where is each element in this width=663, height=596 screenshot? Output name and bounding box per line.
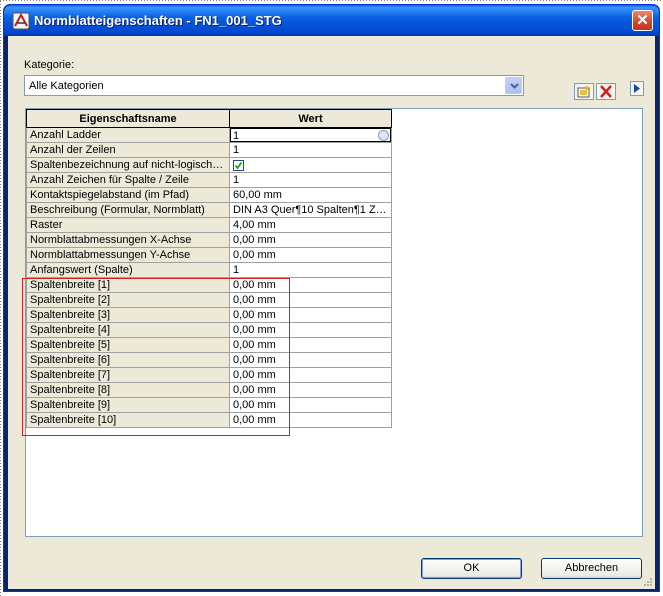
table-row[interactable]: Raster 4,00 mm	[26, 217, 392, 233]
property-name: Spaltenbreite [6]	[26, 352, 230, 368]
dropdown-arrow-button[interactable]	[505, 77, 522, 94]
cancel-button[interactable]: Abbrechen	[541, 558, 642, 579]
table-row[interactable]: Spaltenbreite [2] 0,00 mm	[26, 292, 392, 308]
window-title: Normblatteigenschaften - FN1_001_STG	[34, 13, 282, 28]
property-name: Raster	[26, 217, 230, 233]
property-name: Spaltenbreite [7]	[26, 367, 230, 383]
close-button[interactable]: ✕	[632, 10, 653, 31]
title-bar[interactable]: Normblatteigenschaften - FN1_001_STG ✕	[4, 5, 659, 36]
number-spin-field[interactable]: 1	[230, 128, 391, 142]
ok-button[interactable]: OK	[421, 558, 522, 579]
property-name: Kontaktspiegelabstand (im Pfad)	[26, 187, 230, 203]
property-value[interactable]: 1	[229, 172, 392, 188]
property-name: Anfangswert (Spalte)	[26, 262, 230, 278]
table-row[interactable]: Normblattabmessungen X-Achse 0,00 mm	[26, 232, 392, 248]
resize-grip-icon[interactable]	[642, 576, 653, 587]
property-name: Anzahl Ladder	[26, 127, 230, 143]
table-row[interactable]: Spaltenbreite [5] 0,00 mm	[26, 337, 392, 353]
table-row[interactable]: Kontaktspiegelabstand (im Pfad) 60,00 mm	[26, 187, 392, 203]
property-value-editor[interactable]: 1	[229, 127, 392, 143]
table-row[interactable]: Anzahl Zeichen für Spalte / Zeile 1	[26, 172, 392, 188]
table-row[interactable]: Anfangswert (Spalte) 1	[26, 262, 392, 278]
table-row[interactable]: Anzahl der Zeilen 1	[26, 142, 392, 158]
property-value[interactable]: DIN A3 Quer¶10 Spalten¶1 Zeile	[229, 202, 392, 218]
spin-field-value: 1	[233, 130, 240, 142]
category-label: Kategorie:	[24, 59, 75, 71]
table-header-row: Eigenschaftsname Wert	[26, 109, 392, 128]
property-table: Eigenschaftsname Wert Anzahl Ladder 1 An…	[26, 109, 392, 428]
property-value[interactable]: 0,00 mm	[229, 322, 392, 338]
property-name: Spaltenbreite [8]	[26, 382, 230, 398]
play-arrow-icon	[634, 84, 640, 93]
property-value[interactable]: 1	[229, 142, 392, 158]
property-name: Spaltenbreite [9]	[26, 397, 230, 413]
property-name: Spaltenbezeichnung auf nicht-logische Da…	[26, 157, 230, 173]
property-name: Anzahl Zeichen für Spalte / Zeile	[26, 172, 230, 188]
property-value[interactable]: 0,00 mm	[229, 352, 392, 368]
table-row[interactable]: Spaltenbezeichnung auf nicht-logische Da…	[26, 157, 392, 173]
table-row[interactable]: Spaltenbreite [6] 0,00 mm	[26, 352, 392, 368]
property-value[interactable]: 60,00 mm	[229, 187, 392, 203]
table-row[interactable]: Beschreibung (Formular, Normblatt) DIN A…	[26, 202, 392, 218]
property-value[interactable]: 0,00 mm	[229, 247, 392, 263]
category-selected-value: Alle Kategorien	[29, 80, 104, 92]
property-value[interactable]: 0,00 mm	[229, 277, 392, 293]
property-value[interactable]: 0,00 mm	[229, 292, 392, 308]
property-name: Anzahl der Zeilen	[26, 142, 230, 158]
table-row[interactable]: Spaltenbreite [4] 0,00 mm	[26, 322, 392, 338]
chevron-down-icon	[510, 83, 519, 89]
property-name: Spaltenbreite [5]	[26, 337, 230, 353]
spin-updown-icon[interactable]	[378, 130, 389, 141]
table-row[interactable]: Normblattabmessungen Y-Achse 0,00 mm	[26, 247, 392, 263]
property-value[interactable]: 0,00 mm	[229, 307, 392, 323]
expand-panel-button[interactable]	[630, 81, 644, 96]
table-row[interactable]: Spaltenbreite [10] 0,00 mm	[26, 412, 392, 428]
table-row[interactable]: Spaltenbreite [9] 0,00 mm	[26, 397, 392, 413]
new-item-icon	[577, 85, 590, 98]
property-name: Spaltenbreite [2]	[26, 292, 230, 308]
property-value[interactable]: 0,00 mm	[229, 412, 392, 428]
property-grid-panel: Eigenschaftsname Wert Anzahl Ladder 1 An…	[22, 108, 643, 537]
checkmark-icon	[234, 161, 243, 170]
delete-property-button[interactable]	[596, 83, 616, 100]
property-value[interactable]: 0,00 mm	[229, 397, 392, 413]
property-name: Spaltenbreite [3]	[26, 307, 230, 323]
property-name: Spaltenbreite [4]	[26, 322, 230, 338]
category-select[interactable]: Alle Kategorien	[24, 75, 524, 96]
property-value[interactable]: 1	[229, 262, 392, 278]
property-value[interactable]: 0,00 mm	[229, 232, 392, 248]
new-property-button[interactable]	[574, 83, 594, 100]
dialog-window: Normblatteigenschaften - FN1_001_STG ✕ K…	[3, 4, 660, 592]
table-row[interactable]: Spaltenbreite [7] 0,00 mm	[26, 367, 392, 383]
property-name: Spaltenbreite [10]	[26, 412, 230, 428]
column-header-name[interactable]: Eigenschaftsname	[26, 109, 230, 128]
checkbox-checked[interactable]	[233, 159, 244, 171]
property-value[interactable]: 0,00 mm	[229, 382, 392, 398]
property-value[interactable]: 0,00 mm	[229, 337, 392, 353]
property-name: Normblattabmessungen Y-Achse	[26, 247, 230, 263]
delete-x-icon	[600, 85, 612, 98]
property-value[interactable]	[229, 157, 392, 173]
dialog-body: Kategorie: Alle Kategorien Eigenschaftsn…	[8, 36, 655, 589]
table-row[interactable]: Spaltenbreite [8] 0,00 mm	[26, 382, 392, 398]
property-name: Normblattabmessungen X-Achse	[26, 232, 230, 248]
property-name: Spaltenbreite [1]	[26, 277, 230, 293]
table-row[interactable]: Spaltenbreite [3] 0,00 mm	[26, 307, 392, 323]
table-row[interactable]: Anzahl Ladder 1	[26, 127, 392, 143]
column-header-value[interactable]: Wert	[229, 109, 392, 128]
property-name: Beschreibung (Formular, Normblatt)	[26, 202, 230, 218]
table-row[interactable]: Spaltenbreite [1] 0,00 mm	[26, 277, 392, 293]
property-value[interactable]: 0,00 mm	[229, 367, 392, 383]
app-icon	[12, 12, 30, 30]
property-value[interactable]: 4,00 mm	[229, 217, 392, 233]
